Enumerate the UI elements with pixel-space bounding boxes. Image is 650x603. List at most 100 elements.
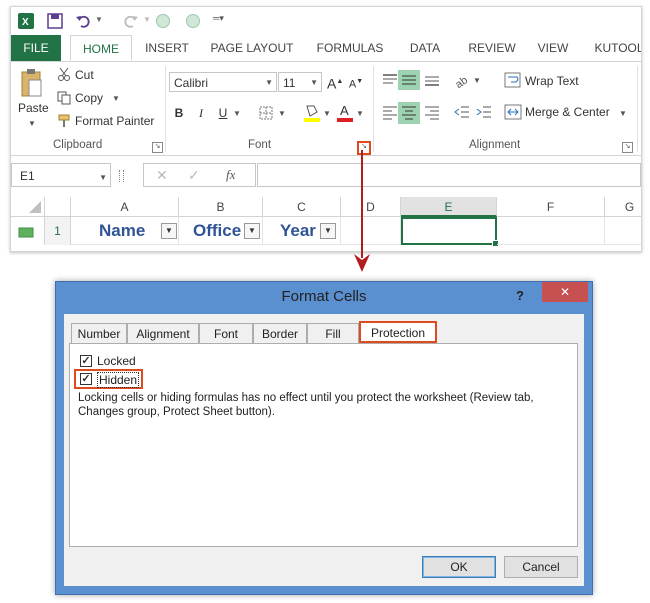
dialog-body: Number Alignment Font Border Fill Protec… [64,314,584,586]
redo-dropdown-icon[interactable]: ▼ [143,15,151,24]
tab-fill[interactable]: Fill [307,323,359,343]
tab-number[interactable]: Number [71,323,127,343]
cell-b1[interactable]: Office ▼ [179,217,263,245]
paste-button[interactable]: Paste [18,101,49,115]
circle-icon[interactable] [155,13,171,29]
tab-alignment[interactable]: Alignment [127,323,199,343]
increase-indent-icon[interactable] [475,104,493,120]
select-all-corner[interactable] [11,197,45,217]
font-size-combo[interactable]: 11 ▼ [278,72,322,92]
cell-a1[interactable]: Name ▼ [71,217,179,245]
borders-dropdown-icon[interactable]: ▼ [278,109,286,118]
italic-button[interactable]: I [193,104,209,122]
cell-g1[interactable] [605,217,641,245]
redo-icon[interactable] [123,13,139,29]
wrap-text-button[interactable]: Wrap Text [525,74,579,88]
locked-checkbox[interactable]: ✓ [80,355,92,367]
dialog-title: Format Cells [281,288,367,305]
filter-dropdown-icon[interactable]: ▼ [161,223,177,239]
underline-dropdown-icon[interactable]: ▼ [233,109,241,118]
undo-dropdown-icon[interactable]: ▼ [95,15,103,24]
fill-color-icon[interactable] [303,102,321,122]
resize-handle[interactable] [119,170,124,182]
cancel-button[interactable]: Cancel [504,556,578,578]
merge-center-icon [504,104,522,120]
column-header-a[interactable]: A [71,197,179,217]
group-divider [165,66,166,152]
tab-file[interactable]: FILE [11,35,61,61]
scissors-icon [57,67,71,81]
column-header-g[interactable]: G [605,197,641,217]
column-header-gutter [45,197,71,217]
cell-f1[interactable] [497,217,605,245]
font-name-combo[interactable]: Calibri ▼ [169,72,277,92]
cut-button[interactable]: Cut [75,68,94,82]
copy-button[interactable]: Copy [75,91,103,105]
filter-dropdown-icon[interactable]: ▼ [320,223,336,239]
tab-kutools[interactable]: KUTOOL [589,35,641,61]
tab-data[interactable]: DATA [400,35,450,61]
grow-font-button[interactable]: A▲ [327,73,343,92]
tab-protection[interactable]: Protection [359,321,437,343]
copy-dropdown-icon[interactable]: ▼ [112,94,120,103]
filter-dropdown-icon[interactable]: ▼ [244,223,260,239]
borders-icon[interactable] [259,106,273,120]
tab-insert[interactable]: INSERT [138,35,196,61]
tab-home[interactable]: HOME [70,35,132,61]
column-header-e[interactable]: E [401,197,497,217]
shrink-font-button[interactable]: A▼ [348,73,364,91]
tab-page-layout[interactable]: PAGE LAYOUT [206,35,298,61]
customize-qat-icon[interactable]: ═▾ [213,13,224,24]
align-center-icon[interactable] [398,102,420,124]
ribbon-tabs: FILE HOME INSERT PAGE LAYOUT FORMULAS DA… [11,35,641,62]
font-group-label: Font [248,139,272,151]
enter-icon[interactable]: ✓ [188,167,200,184]
alignment-dialog-launcher-icon[interactable]: ↘ [622,142,633,153]
name-box[interactable]: E1 ▼ [11,163,111,187]
tab-formulas[interactable]: FORMULAS [314,35,386,61]
chevron-down-icon: ▼ [310,78,318,87]
undo-icon[interactable] [75,13,91,29]
ribbon: Paste ▼ Cut Copy ▼ Format Painter Clipbo… [11,62,641,156]
align-bottom-icon[interactable] [423,72,441,88]
orientation-icon[interactable]: ab [453,71,471,91]
cell-c1-text: Year [280,221,316,240]
paste-dropdown-icon[interactable]: ▼ [28,119,36,128]
svg-text:A: A [340,103,349,118]
ok-button[interactable]: OK [422,556,496,578]
cell-c1[interactable]: Year ▼ [263,217,341,245]
hidden-checkbox[interactable]: ✓ [80,373,92,385]
column-header-b[interactable]: B [179,197,263,217]
bold-button[interactable]: B [171,104,187,122]
tab-font[interactable]: Font [199,323,253,343]
circle-icon[interactable] [185,13,201,29]
merge-center-button[interactable]: Merge & Center [525,105,610,119]
help-button[interactable]: ? [516,288,524,303]
align-right-icon[interactable] [423,104,441,120]
format-painter-button[interactable]: Format Painter [75,114,154,128]
font-color-icon[interactable]: A [336,102,354,122]
tab-review[interactable]: REVIEW [463,35,521,61]
underline-button[interactable]: U [215,104,231,122]
close-button[interactable]: ✕ [542,282,588,302]
formula-input[interactable] [257,163,641,187]
tab-view[interactable]: VIEW [533,35,573,61]
clipboard-dialog-launcher-icon[interactable]: ↘ [152,142,163,153]
cancel-icon[interactable]: ✕ [156,167,168,184]
font-color-dropdown-icon[interactable]: ▼ [356,109,364,118]
align-middle-icon[interactable] [398,70,420,90]
decrease-indent-icon[interactable] [453,104,471,120]
merge-center-dropdown-icon[interactable]: ▼ [619,109,627,118]
row-header-1[interactable]: 1 [45,217,71,245]
tab-border[interactable]: Border [253,323,307,343]
orientation-dropdown-icon[interactable]: ▼ [473,76,481,85]
insert-function-icon[interactable]: fx [226,167,235,183]
save-icon[interactable] [47,13,63,29]
align-top-icon[interactable] [381,72,399,88]
column-header-c[interactable]: C [263,197,341,217]
column-header-f[interactable]: F [497,197,605,217]
paste-icon[interactable] [19,68,43,98]
fill-color-dropdown-icon[interactable]: ▼ [323,109,331,118]
align-left-icon[interactable] [381,104,399,120]
cell-e1-selected[interactable] [401,217,499,247]
